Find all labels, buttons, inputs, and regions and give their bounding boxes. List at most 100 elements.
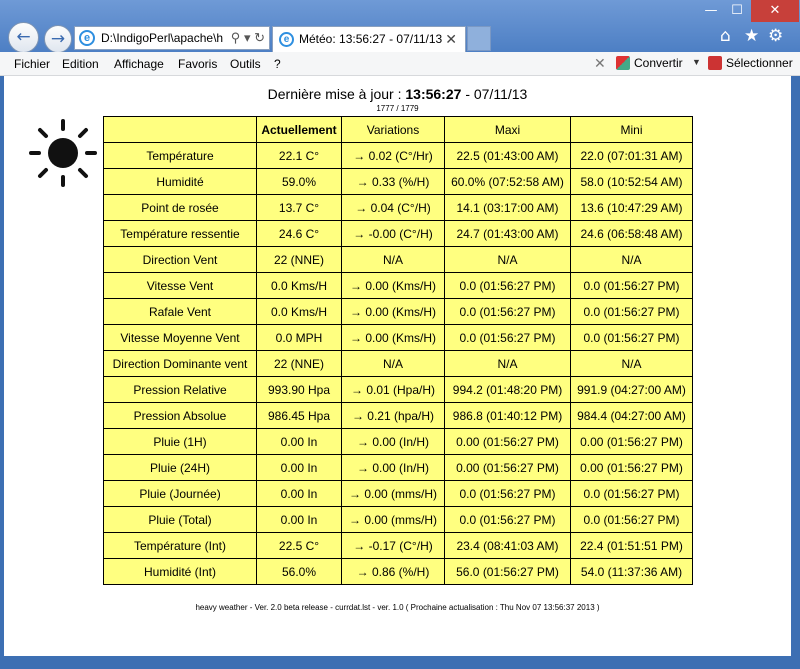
cell-label: Température — [103, 142, 257, 169]
tab-meteo[interactable]: e Météo: 13:56:27 - 07/11/13 ✕ — [272, 26, 466, 52]
menu-help[interactable]: ? — [274, 57, 281, 71]
settings-gear-icon[interactable]: ⚙ — [768, 26, 783, 46]
new-tab-button[interactable] — [467, 26, 491, 51]
cell-max: 0.0 (01:56:27 PM) — [444, 298, 571, 325]
heading-prefix: Dernière mise à jour : — [267, 86, 402, 102]
forward-button[interactable]: → — [44, 25, 72, 53]
cell-min: 0.0 (01:56:27 PM) — [570, 272, 693, 299]
ie-icon: e — [279, 32, 294, 47]
close-toolbar-icon[interactable]: ✕ — [594, 55, 606, 72]
sun-icon — [29, 119, 97, 187]
cell-max: N/A — [444, 350, 571, 377]
window-frame-right — [791, 76, 800, 656]
cell-label: Rafale Vent — [103, 298, 257, 325]
cell-current: 22 (NNE) — [256, 246, 342, 273]
cell-variation: → 0.01 (Hpa/H) — [341, 376, 445, 403]
cell-current: 986.45 Hpa — [256, 402, 342, 429]
cell-variation: → -0.17 (C°/H) — [341, 532, 445, 559]
cell-max: 0.00 (01:56:27 PM) — [444, 428, 571, 455]
cell-label: Vitesse Moyenne Vent — [103, 324, 257, 351]
cell-label: Pression Relative — [103, 376, 257, 403]
cell-min: 0.0 (01:56:27 PM) — [570, 506, 693, 533]
close-tab-icon[interactable]: ✕ — [445, 27, 457, 52]
cell-variation: → 0.00 (Kms/H) — [341, 324, 445, 351]
heading-time: 13:56:27 — [405, 86, 462, 102]
cell-label: Pluie (24H) — [103, 454, 257, 481]
header-current: Actuellement — [256, 116, 342, 143]
cell-label: Pluie (Total) — [103, 506, 257, 533]
cell-max: 0.0 (01:56:27 PM) — [444, 480, 571, 507]
cell-variation: → 0.00 (mms/H) — [341, 480, 445, 507]
cell-variation: → 0.00 (In/H) — [341, 454, 445, 481]
menu-fichier[interactable]: Fichier — [14, 57, 50, 71]
cell-current: 0.0 Kms/H — [256, 272, 342, 299]
tab-title: Météo: 13:56:27 - 07/11/13 — [299, 32, 443, 46]
menu-affichage[interactable]: Affichage — [114, 57, 164, 71]
cell-current: 0.0 Kms/H — [256, 298, 342, 325]
table-row: Vitesse Moyenne Vent 0.0 MPH → 0.00 (Kms/H… — [103, 324, 693, 351]
cell-max: 60.0% (07:52:58 AM) — [444, 168, 571, 195]
cell-min: 22.4 (01:51:51 PM) — [570, 532, 693, 559]
convert-button[interactable]: Convertir — [616, 56, 683, 70]
cell-max: 0.0 (01:56:27 PM) — [444, 506, 571, 533]
menu-edition[interactable]: Edition — [62, 57, 99, 71]
cell-current: 59.0% — [256, 168, 342, 195]
table-row: Humidité 59.0% → 0.33 (%/H) 60.0% (07:52:58… — [103, 168, 693, 195]
select-label: Sélectionner — [726, 56, 793, 70]
cell-min: 22.0 (07:01:31 AM) — [570, 142, 693, 169]
window-frame-bottom — [0, 656, 800, 669]
refresh-icon[interactable]: ↻ — [254, 30, 265, 45]
header-variation: Variations — [341, 116, 445, 143]
cell-label: Direction Vent — [103, 246, 257, 273]
cell-current: 0.0 MPH — [256, 324, 342, 351]
back-icon: ← — [16, 27, 31, 47]
weather-table: Actuellement Variations Maxi Mini Températur… — [103, 116, 693, 585]
cell-max: 23.4 (08:41:03 AM) — [444, 532, 571, 559]
favorites-star-icon[interactable]: ★ — [744, 26, 759, 46]
cell-min: 984.4 (04:27:00 AM) — [570, 402, 693, 429]
header-label — [103, 116, 257, 143]
cell-min: 0.0 (01:56:27 PM) — [570, 298, 693, 325]
minimize-button[interactable]: — — [698, 0, 724, 22]
cell-label: Pression Absolue — [103, 402, 257, 429]
table-header-row: Actuellement Variations Maxi Mini — [103, 116, 693, 143]
home-icon[interactable]: ⌂ — [720, 26, 731, 46]
cell-min: 24.6 (06:58:48 AM) — [570, 220, 693, 247]
cell-current: 22.1 C° — [256, 142, 342, 169]
convert-dropdown-icon[interactable]: ▼ — [692, 57, 701, 67]
table-row: Pression Relative 993.90 Hpa → 0.01 (Hpa/H… — [103, 376, 693, 403]
close-window-button[interactable]: ✕ — [751, 0, 799, 22]
cell-max: 14.1 (03:17:00 AM) — [444, 194, 571, 221]
convert-label: Convertir — [634, 56, 683, 70]
table-row: Vitesse Vent 0.0 Kms/H → 0.00 (Kms/H) 0.0 (… — [103, 272, 693, 299]
cell-variation: → 0.86 (%/H) — [341, 558, 445, 585]
table-row: Pression Absolue 986.45 Hpa → 0.21 (hpa/H)… — [103, 402, 693, 429]
cell-variation: → 0.00 (Kms/H) — [341, 272, 445, 299]
cell-max: 0.0 (01:56:27 PM) — [444, 272, 571, 299]
ie-icon: e — [79, 30, 95, 46]
cell-variation: → -0.00 (C°/H) — [341, 220, 445, 247]
table-row: Température 22.1 C° → 0.02 (C°/Hr) 22.5 (01… — [103, 142, 693, 169]
update-heading: Dernière mise à jour : 13:56:27 - 07/11/… — [4, 86, 791, 102]
maximize-button[interactable]: ☐ — [724, 0, 750, 22]
cell-max: 986.8 (01:40:12 PM) — [444, 402, 571, 429]
cell-label: Température ressentie — [103, 220, 257, 247]
heading-date: - 07/11/13 — [465, 86, 528, 102]
cell-current: 993.90 Hpa — [256, 376, 342, 403]
cell-min: 58.0 (10:52:54 AM) — [570, 168, 693, 195]
search-icon[interactable]: ⚲ — [231, 30, 241, 45]
cell-min: 0.0 (01:56:27 PM) — [570, 480, 693, 507]
select-button[interactable]: Sélectionner — [708, 56, 793, 70]
dropdown-icon[interactable]: ▾ — [244, 30, 251, 45]
menu-outils[interactable]: Outils — [230, 57, 261, 71]
cell-variation: → 0.00 (Kms/H) — [341, 298, 445, 325]
menu-bar: Fichier Edition Affichage Favoris Outils… — [0, 52, 800, 76]
address-bar[interactable]: e D:\IndigoPerl\apache\h ⚲ ▾ ↻ — [74, 26, 270, 50]
table-row: Humidité (Int) 56.0% → 0.86 (%/H) 56.0 (01:… — [103, 558, 693, 585]
back-button[interactable]: ← — [8, 22, 39, 53]
footer-text: heavy weather - Ver. 2.0 beta release - … — [195, 603, 600, 612]
cell-label: Direction Dominante vent — [103, 350, 257, 377]
cell-current: 13.7 C° — [256, 194, 342, 221]
menu-favoris[interactable]: Favoris — [178, 57, 217, 71]
table-row: Température ressentie 24.6 C° → -0.00 (C°/… — [103, 220, 693, 247]
